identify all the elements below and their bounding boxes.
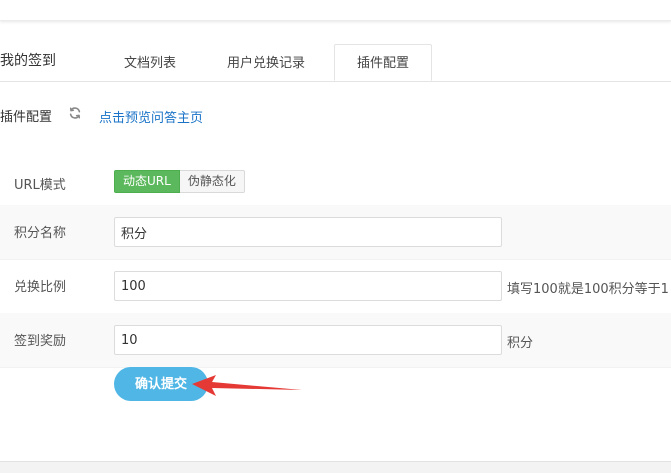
exchange-ratio-label: 兑换比例 bbox=[14, 280, 67, 295]
preview-homepage-link[interactable]: 点击预览问答主页 bbox=[99, 107, 203, 126]
section-title: 我的签到 bbox=[0, 53, 56, 69]
checkin-reward-input[interactable] bbox=[114, 325, 502, 355]
url-mode-row: URL模式 bbox=[0, 155, 671, 210]
points-name-label: 积分名称 bbox=[14, 226, 67, 241]
tab-document-list[interactable]: 文档列表 bbox=[100, 47, 200, 80]
tab-bar: 文档列表 用户兑换记录 插件配置 bbox=[0, 44, 671, 82]
url-mode-dynamic-option[interactable]: 动态URL bbox=[114, 170, 180, 193]
exchange-ratio-input[interactable] bbox=[114, 271, 502, 301]
checkin-reward-label: 签到奖励 bbox=[14, 334, 67, 349]
annotation-arrow-icon bbox=[192, 375, 302, 396]
checkin-reward-unit: 积分 bbox=[507, 336, 534, 351]
url-mode-static-option[interactable]: 伪静态化 bbox=[179, 170, 245, 193]
bottom-bar bbox=[0, 461, 671, 473]
url-mode-toggle: 动态URL 伪静态化 bbox=[114, 170, 245, 193]
points-name-input[interactable] bbox=[114, 217, 502, 247]
tab-exchange-records[interactable]: 用户兑换记录 bbox=[208, 47, 324, 80]
top-bar bbox=[0, 0, 671, 21]
refresh-icon[interactable] bbox=[68, 106, 82, 120]
tab-plugin-config[interactable]: 插件配置 bbox=[334, 44, 432, 81]
sub-header-title: 插件配置 bbox=[0, 110, 53, 125]
exchange-ratio-hint: 填写100就是100积分等于1 bbox=[507, 282, 669, 297]
sub-header: 插件配置 点击预览问答主页 bbox=[0, 104, 671, 126]
url-mode-label: URL模式 bbox=[14, 178, 66, 193]
